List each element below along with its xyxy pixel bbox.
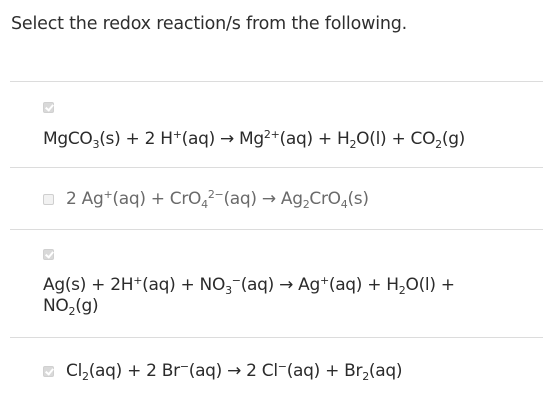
divider-1 xyxy=(10,167,543,168)
divider-2 xyxy=(10,229,543,230)
option-3-equation: Ag(s) + 2H+(aq) + NO3−(aq) → Ag+(aq) + H… xyxy=(43,274,455,318)
question-prompt: Select the redox reaction/s from the fol… xyxy=(11,14,408,34)
divider-top xyxy=(10,81,543,82)
checkbox-icon[interactable] xyxy=(43,366,54,377)
option-1-equation: MgCO3(s) + 2 H+(aq) → Mg2+(aq) + H2O(l) … xyxy=(43,128,466,151)
checkbox-icon[interactable] xyxy=(43,249,54,260)
option-2-equation: 2 Ag+(aq) + CrO42−(aq) → Ag2CrO4(s) xyxy=(66,188,369,211)
checkbox-icon[interactable] xyxy=(43,194,54,205)
divider-3 xyxy=(10,337,543,338)
option-4-equation: Cl2(aq) + 2 Br−(aq) → 2 Cl−(aq) + Br2(aq… xyxy=(66,360,403,383)
checkbox-icon[interactable] xyxy=(43,102,54,113)
